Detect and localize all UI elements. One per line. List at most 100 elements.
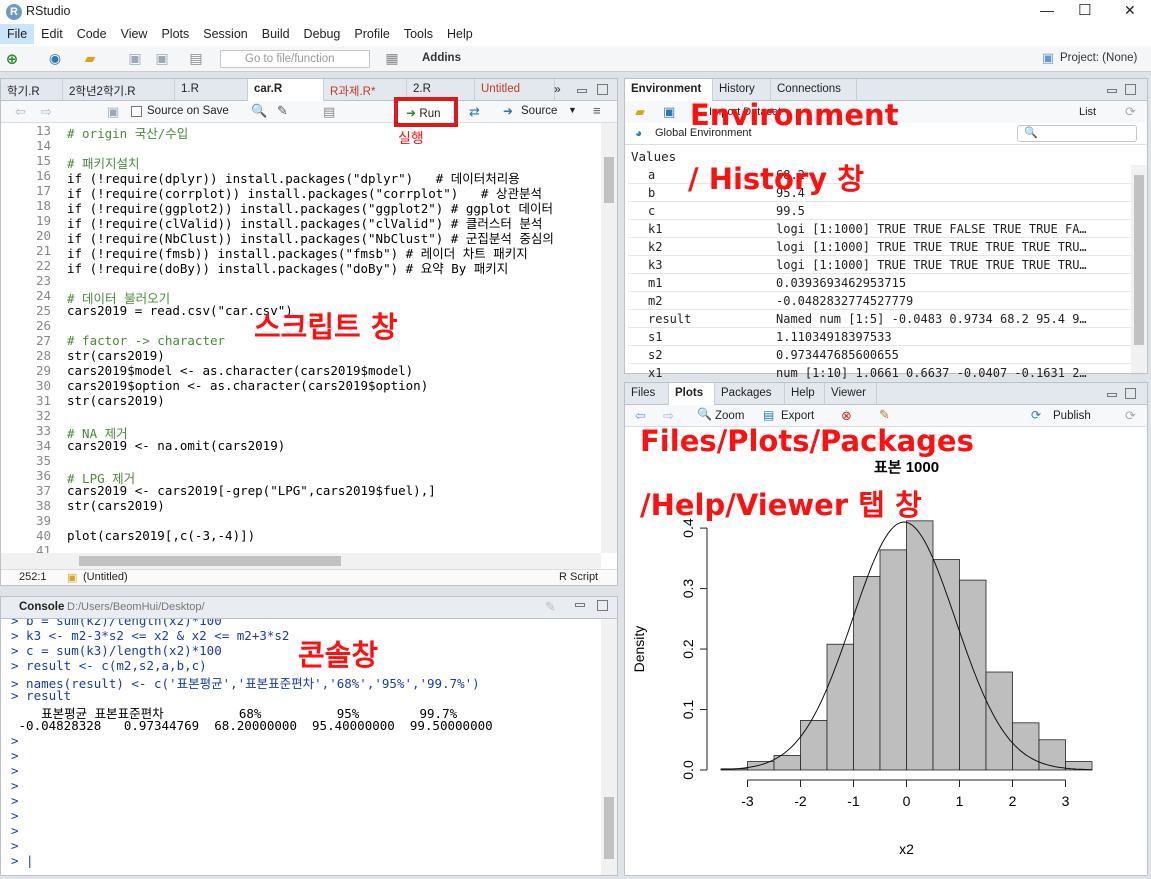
code-line[interactable]: cars2019$model <- as.character(cars2019$… (67, 363, 413, 378)
source-button[interactable]: Source (521, 105, 557, 117)
save-workspace-icon[interactable]: ▣ (663, 104, 675, 120)
source-tab[interactable]: 1.R (175, 79, 248, 101)
menu-debug[interactable]: Debug (297, 24, 348, 44)
code-line[interactable]: if (!require(doBy)) install.packages("do… (67, 258, 508, 277)
source-on-save-checkbox[interactable] (131, 106, 142, 117)
maximize-source-icon[interactable] (597, 84, 608, 95)
plot-forward-icon[interactable]: ⇨ (663, 408, 674, 424)
env-search-input[interactable]: 🔍 (1017, 125, 1137, 142)
search-icon[interactable]: 🔍 (251, 103, 267, 119)
env-row[interactable]: x1 num [1:10] 1.0661 0.6637 -0.0407 -0.16… (628, 364, 1132, 382)
source-arrow-icon[interactable]: ➜ (503, 104, 513, 118)
env-row[interactable]: s1 1.11034918397533 (628, 328, 1132, 346)
editor-hscroll-thumb[interactable] (79, 556, 341, 566)
minimize-env-icon[interactable] (1107, 89, 1117, 93)
refresh-env-icon[interactable]: ⟳ (1125, 104, 1136, 120)
menu-view[interactable]: View (114, 24, 155, 44)
file-context[interactable]: (Untitled) (83, 571, 128, 583)
code-line[interactable]: cars2019 <- na.omit(cars2019) (67, 438, 285, 453)
env-row[interactable]: c 99.5 (628, 202, 1132, 220)
plots-tab[interactable]: Files (625, 383, 669, 405)
code-line[interactable]: str(cars2019) (67, 393, 165, 408)
clear-plots-icon[interactable]: ✎ (879, 407, 890, 423)
env-row[interactable]: k3 logi [1:1000] TRUE TRUE TRUE TRUE TRUE… (628, 256, 1132, 274)
source-tab[interactable]: 2학년2학기.R (63, 79, 175, 101)
plots-tab[interactable]: Packages (715, 383, 785, 405)
console-scroll-thumb[interactable] (604, 797, 614, 859)
refresh-plot-icon[interactable]: ⟳ (1125, 408, 1136, 424)
maximize-env-icon[interactable] (1125, 84, 1136, 95)
plots-tab[interactable]: Help (785, 383, 825, 405)
env-scrollbar[interactable] (1131, 165, 1147, 373)
env-row[interactable]: m1 0.0393693462953715 (628, 274, 1132, 292)
maximize-plots-icon[interactable] (1125, 388, 1136, 399)
menu-code[interactable]: Code (70, 24, 114, 44)
menu-file[interactable]: File (0, 24, 35, 44)
export-button[interactable]: Export (781, 410, 814, 422)
console-tab[interactable]: Console (19, 601, 64, 613)
project-menu[interactable]: Project: (None) (1060, 52, 1137, 64)
menu-session[interactable]: Session (196, 24, 254, 44)
new-project-icon[interactable]: ◉ (46, 50, 64, 66)
minimize-pane-icon[interactable] (575, 603, 585, 607)
goto-file-input[interactable]: Go to file/function (220, 50, 370, 68)
env-row[interactable]: k2 logi [1:1000] TRUE TRUE TRUE TRUE TRUE… (628, 238, 1132, 256)
save-all-icon[interactable]: ▣ (154, 50, 170, 66)
minimize-button[interactable]: — (1040, 2, 1054, 18)
save-file-icon[interactable]: ▣ (107, 104, 119, 120)
env-row[interactable]: result Named num [1:5] -0.0483 0.9734 68.… (628, 310, 1132, 328)
rerun-icon[interactable]: ⇄ (469, 104, 480, 120)
menu-plots[interactable]: Plots (154, 24, 196, 44)
env-row[interactable]: m2 -0.0482832774527779 (628, 292, 1132, 310)
menu-help[interactable]: Help (440, 24, 480, 44)
delete-plot-icon[interactable]: ⊗ (841, 408, 852, 424)
outline-icon[interactable]: ≡ (593, 103, 601, 118)
file-type[interactable]: R Script (559, 571, 598, 583)
env-row[interactable]: k1 logi [1:1000] TRUE TRUE FALSE TRUE TRU… (628, 220, 1132, 238)
new-file-icon[interactable]: ⊕ (4, 50, 20, 68)
code-line[interactable]: plot(cars2019[,c(-3,-4)]) (67, 528, 255, 543)
forward-arrow-icon[interactable]: ⇨ (41, 104, 52, 120)
source-tab[interactable]: Untitled (475, 79, 555, 101)
menu-edit[interactable]: Edit (34, 24, 70, 44)
code-line[interactable]: # factor -> character (67, 333, 225, 348)
close-button[interactable]: ✕ (1124, 2, 1136, 19)
source-tab[interactable]: 학기.R (1, 79, 63, 101)
code-line[interactable]: str(cars2019) (67, 348, 165, 363)
back-arrow-icon[interactable]: ⇦ (15, 104, 26, 120)
print-icon[interactable]: ▤ (188, 50, 204, 66)
env-row[interactable]: s2 0.973447685600655 (628, 346, 1132, 364)
magic-wand-icon[interactable]: ✎ (277, 103, 288, 119)
plots-tab[interactable]: Plots (669, 383, 715, 405)
plots-tab[interactable]: Viewer (825, 383, 877, 405)
open-folder-icon[interactable]: ▰ (80, 50, 100, 66)
load-workspace-icon[interactable]: ▰ (635, 104, 645, 120)
grid-layout-icon[interactable]: ▦ (384, 50, 400, 66)
menu-profile[interactable]: Profile (347, 24, 396, 44)
minimize-source-icon[interactable] (577, 89, 587, 93)
export-icon[interactable]: ▤ (763, 408, 774, 422)
save-icon[interactable]: ▣ (128, 50, 142, 66)
menu-build[interactable]: Build (255, 24, 297, 44)
editor-scroll-thumb[interactable] (604, 157, 614, 203)
compile-report-icon[interactable]: ▤ (323, 104, 335, 120)
zoom-button[interactable]: Zoom (715, 410, 744, 422)
publish-button[interactable]: Publish (1053, 410, 1091, 422)
broom-icon[interactable]: ✎ (545, 599, 556, 615)
maximize-pane-icon[interactable] (597, 600, 608, 611)
menu-tools[interactable]: Tools (397, 24, 440, 44)
zoom-icon[interactable]: 🔍 (697, 407, 712, 421)
source-dropdown-icon[interactable]: ▼ (568, 105, 577, 115)
console-scrollbar[interactable] (601, 619, 617, 875)
more-tabs-icon[interactable]: » (554, 82, 561, 96)
source-tab[interactable]: car.R (248, 79, 324, 101)
code-line[interactable]: str(cars2019) (67, 498, 165, 513)
minimize-plots-icon[interactable] (1107, 393, 1117, 397)
code-line[interactable]: cars2019 <- cars2019[-grep("LPG",cars201… (67, 483, 436, 498)
code-line[interactable]: cars2019$option <- as.character(cars2019… (67, 378, 428, 393)
editor-vertical-scrollbar[interactable] (601, 123, 617, 553)
env-scroll-thumb[interactable] (1134, 175, 1144, 345)
code-line[interactable]: # origin 국산/수입 (67, 123, 188, 142)
list-view-button[interactable]: List (1079, 106, 1096, 118)
plot-back-icon[interactable]: ⇦ (635, 408, 646, 424)
